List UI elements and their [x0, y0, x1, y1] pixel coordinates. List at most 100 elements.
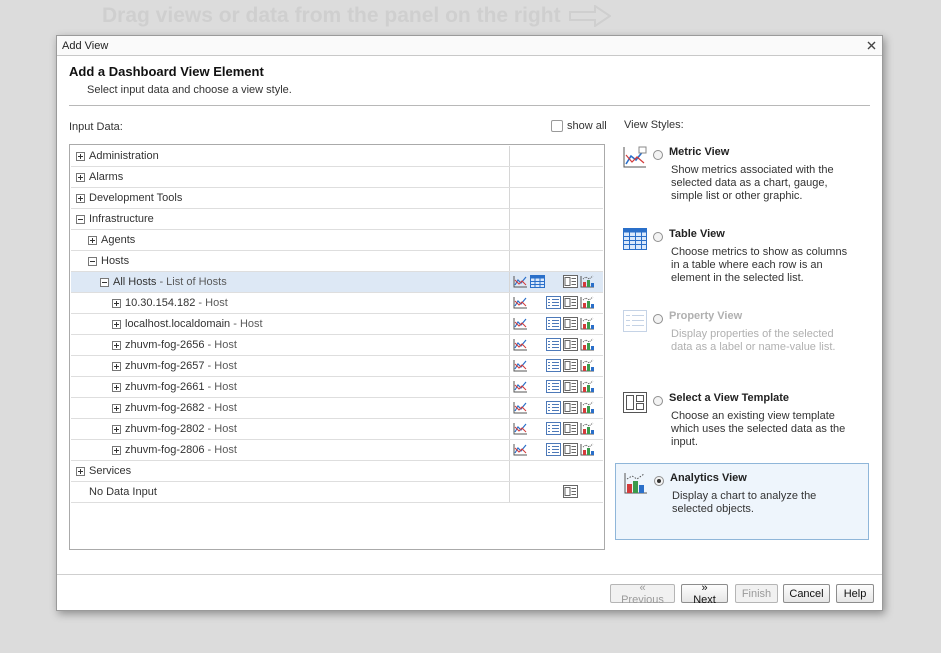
- tree-row-name: zhuvm-fog-2802 - Host: [71, 419, 510, 439]
- collapse-icon[interactable]: [100, 277, 109, 287]
- analytics-view-icon[interactable]: [580, 443, 595, 456]
- collapse-icon[interactable]: [88, 256, 97, 266]
- template-view-icon[interactable]: [563, 275, 578, 288]
- help-button[interactable]: Help: [836, 584, 874, 603]
- property-view-icon[interactable]: [546, 380, 561, 393]
- view-style-description: Choose metrics to show as columns in a t…: [671, 246, 848, 284]
- tree-row-zhuvm-fog-2802[interactable]: zhuvm-fog-2802 - Host: [71, 419, 603, 440]
- metric-view-icon[interactable]: [513, 443, 528, 456]
- expand-icon[interactable]: [76, 172, 85, 182]
- tree-row-alarms[interactable]: Alarms: [71, 167, 603, 188]
- tree-row-services[interactable]: Services: [71, 461, 603, 482]
- metric-view-icon[interactable]: [513, 275, 528, 288]
- tree-row-infrastructure[interactable]: Infrastructure: [71, 209, 603, 230]
- property-view-icon[interactable]: [546, 338, 561, 351]
- input-data-tree[interactable]: Administration Alarms Development Tools Inf…: [69, 144, 605, 550]
- view-style-radio[interactable]: [653, 150, 663, 160]
- metric-view-icon[interactable]: [513, 296, 528, 309]
- view-style-radio[interactable]: [653, 396, 663, 406]
- tree-row-zhuvm-fog-2682[interactable]: zhuvm-fog-2682 - Host: [71, 398, 603, 419]
- analytics-view-icon[interactable]: [580, 422, 595, 435]
- tree-item-label: Infrastructure: [89, 213, 154, 225]
- close-icon[interactable]: [864, 39, 878, 53]
- analytics-view-icon[interactable]: [580, 401, 595, 414]
- collapse-icon[interactable]: [76, 214, 85, 224]
- checkbox-box[interactable]: [551, 120, 563, 132]
- template-view-icon[interactable]: [563, 485, 578, 498]
- analytics-view-icon[interactable]: [580, 380, 595, 393]
- expand-icon[interactable]: [88, 235, 97, 245]
- metric-view-icon[interactable]: [513, 401, 528, 414]
- cancel-button[interactable]: Cancel: [783, 584, 830, 603]
- tree-row-view-icons: [510, 461, 603, 481]
- property-view-icon[interactable]: [546, 359, 561, 372]
- previous-button[interactable]: « Previous: [610, 582, 675, 606]
- template-view-icon[interactable]: [563, 359, 578, 372]
- tree-row-development-tools[interactable]: Development Tools: [71, 188, 603, 209]
- view-style-analytics[interactable]: Analytics View Display a chart to analyze…: [615, 463, 869, 540]
- expand-icon[interactable]: [112, 361, 121, 371]
- template-view-icon[interactable]: [563, 443, 578, 456]
- property-view-icon[interactable]: [546, 317, 561, 330]
- template-view-icon[interactable]: [563, 317, 578, 330]
- view-style-name: Metric View: [669, 146, 730, 158]
- expand-icon[interactable]: [112, 424, 121, 434]
- expand-icon[interactable]: [76, 151, 85, 161]
- expand-icon[interactable]: [112, 382, 121, 392]
- tree-item-label: Agents: [101, 234, 136, 246]
- show-all-checkbox[interactable]: show all: [551, 120, 607, 132]
- view-style-radio[interactable]: [654, 476, 664, 486]
- view-style-description: Choose an existing view template which u…: [671, 410, 846, 448]
- tree-row-zhuvm-fog-2806[interactable]: zhuvm-fog-2806 - Host: [71, 440, 603, 461]
- view-style-table[interactable]: Table View Choose metrics to show as colu…: [615, 220, 869, 292]
- tree-row-administration[interactable]: Administration: [71, 146, 603, 167]
- tree-row-no-data-input[interactable]: No Data Input: [71, 482, 603, 503]
- template-view-icon[interactable]: [563, 380, 578, 393]
- view-template-icon: [623, 392, 647, 414]
- expand-icon[interactable]: [112, 319, 121, 329]
- tree-item-label: zhuvm-fog-2682: [125, 402, 205, 414]
- tree-row-10-30-154-182[interactable]: 10.30.154.182 - Host: [71, 293, 603, 314]
- analytics-view-icon[interactable]: [580, 359, 595, 372]
- expand-icon[interactable]: [112, 403, 121, 413]
- expand-icon[interactable]: [112, 445, 121, 455]
- input-data-label: Input Data:: [69, 121, 123, 133]
- template-view-icon[interactable]: [563, 296, 578, 309]
- analytics-view-icon[interactable]: [580, 275, 595, 288]
- metric-view-icon[interactable]: [513, 422, 528, 435]
- tree-row-view-icons: [510, 209, 603, 229]
- expand-icon[interactable]: [112, 298, 121, 308]
- metric-view-icon[interactable]: [513, 359, 528, 372]
- view-style-template[interactable]: Select a View Template Choose an existing…: [615, 384, 869, 452]
- expand-icon[interactable]: [112, 340, 121, 350]
- tree-row-zhuvm-fog-2661[interactable]: zhuvm-fog-2661 - Host: [71, 377, 603, 398]
- tree-row-agents[interactable]: Agents: [71, 230, 603, 251]
- metric-view-icon[interactable]: [513, 338, 528, 351]
- tree-row-zhuvm-fog-2656[interactable]: zhuvm-fog-2656 - Host: [71, 335, 603, 356]
- finish-button[interactable]: Finish: [735, 584, 778, 603]
- expand-icon[interactable]: [76, 466, 85, 476]
- tree-row-all-hosts[interactable]: All Hosts - List of Hosts: [71, 272, 603, 293]
- tree-row-name: localhost.localdomain - Host: [71, 314, 510, 334]
- view-style-radio[interactable]: [653, 232, 663, 242]
- view-style-metric[interactable]: Metric View Show metrics associated with …: [615, 138, 869, 210]
- property-view-icon[interactable]: [546, 296, 561, 309]
- expand-icon[interactable]: [76, 193, 85, 203]
- metric-view-icon[interactable]: [513, 380, 528, 393]
- tree-row-name: zhuvm-fog-2657 - Host: [71, 356, 510, 376]
- property-view-icon[interactable]: [546, 401, 561, 414]
- property-view-icon[interactable]: [546, 443, 561, 456]
- tree-row-zhuvm-fog-2657[interactable]: zhuvm-fog-2657 - Host: [71, 356, 603, 377]
- analytics-view-icon[interactable]: [580, 317, 595, 330]
- analytics-view-icon[interactable]: [580, 338, 595, 351]
- template-view-icon[interactable]: [563, 338, 578, 351]
- property-view-icon[interactable]: [546, 422, 561, 435]
- tree-row-localhost-localdomain[interactable]: localhost.localdomain - Host: [71, 314, 603, 335]
- tree-row-hosts[interactable]: Hosts: [71, 251, 603, 272]
- table-view-icon[interactable]: [530, 275, 545, 288]
- next-button[interactable]: » Next: [681, 582, 728, 606]
- analytics-view-icon[interactable]: [580, 296, 595, 309]
- metric-view-icon[interactable]: [513, 317, 528, 330]
- template-view-icon[interactable]: [563, 422, 578, 435]
- template-view-icon[interactable]: [563, 401, 578, 414]
